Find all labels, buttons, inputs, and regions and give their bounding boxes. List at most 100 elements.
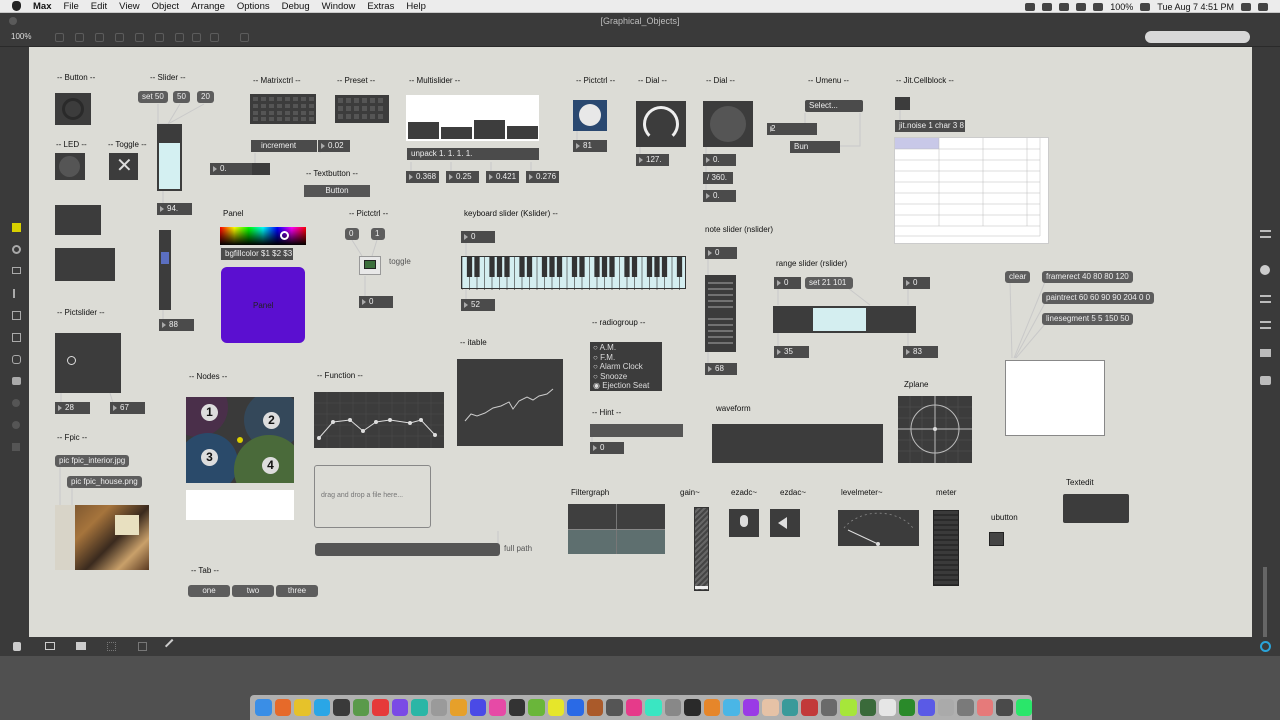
node-4[interactable]: 4 — [262, 457, 279, 474]
radio-alarm[interactable]: ○ Alarm Clock — [593, 362, 649, 372]
bgfill-message[interactable]: bgfillcolor $1 $2 $3 — [221, 248, 293, 260]
stepper[interactable] — [252, 163, 270, 175]
pictslider[interactable] — [55, 333, 121, 393]
paintrect-message[interactable]: paintrect 60 60 90 90 204 0 0 — [1042, 292, 1155, 304]
rslider[interactable] — [773, 306, 916, 333]
tab-two[interactable]: two — [232, 585, 274, 597]
toggle[interactable]: ✕ — [109, 153, 138, 180]
pictslider-num-a[interactable]: 28 — [55, 402, 90, 414]
pc0-message[interactable]: 0 — [345, 228, 359, 240]
dial2-number-a[interactable]: 0. — [703, 154, 736, 166]
kslider[interactable] — [461, 256, 686, 290]
lcd[interactable] — [1005, 360, 1105, 436]
radio-snooze[interactable]: ○ Snooze — [593, 372, 649, 382]
framerect-message[interactable]: framerect 40 80 80 120 — [1042, 271, 1133, 283]
slider-number[interactable]: 94. — [157, 203, 192, 215]
pictctrl-knob[interactable] — [573, 100, 607, 131]
nslider-in[interactable]: 0 — [705, 247, 737, 259]
fpic-house-message[interactable]: pic fpic_house.png — [67, 476, 142, 488]
rslider-num-a[interactable]: 0 — [774, 277, 801, 289]
tab-three[interactable]: three — [276, 585, 318, 597]
bang-small[interactable] — [895, 97, 910, 110]
umenu-output[interactable]: Bun — [790, 141, 840, 153]
hint-number[interactable]: 0 — [590, 442, 624, 454]
m20-message[interactable]: 20 — [197, 91, 214, 103]
dropfile[interactable]: drag and drop a file here... — [314, 465, 431, 528]
m50-message[interactable]: 50 — [173, 91, 190, 103]
bang-button[interactable] — [55, 93, 91, 125]
radiogroup[interactable]: ○ A.M. ○ F.M. ○ Alarm Clock ○ Snooze ◉ E… — [590, 342, 662, 391]
gain-slider[interactable] — [694, 507, 709, 591]
zplane-label: Zplane — [904, 380, 929, 389]
clear-message[interactable]: clear — [1005, 271, 1031, 283]
nslider-out[interactable]: 68 — [705, 363, 737, 375]
radio-ejection[interactable]: ◉ Ejection Seat — [593, 381, 649, 391]
node-1[interactable]: 1 — [201, 404, 218, 421]
swatch[interactable] — [220, 227, 306, 245]
rslider-num-c[interactable]: 35 — [774, 346, 809, 358]
slider2-number[interactable]: 88 — [159, 319, 194, 331]
zplane[interactable] — [898, 396, 972, 463]
umenu-number[interactable]: 2 — [767, 123, 817, 135]
set50-message[interactable]: set 50 — [138, 91, 168, 103]
linesegment-message[interactable]: linesegment 5 5 150 50 — [1042, 313, 1134, 325]
matrix-number[interactable]: 0.02 — [318, 140, 350, 152]
jit-cellblock[interactable] — [894, 137, 1049, 244]
fpic-interior-message[interactable]: pic fpic_interior.jpg — [55, 455, 130, 467]
radio-am[interactable]: ○ A.M. — [593, 343, 649, 353]
tab-one[interactable]: one — [188, 585, 230, 597]
jitnoise-object[interactable]: jit.noise 1 char 3 8 — [895, 120, 965, 132]
dial[interactable] — [636, 101, 686, 147]
pc1-message[interactable]: 1 — [371, 228, 385, 240]
multislider[interactable] — [406, 95, 539, 141]
itable[interactable] — [457, 359, 563, 446]
node-3[interactable]: 3 — [201, 449, 218, 466]
increment-menu[interactable]: increment — [251, 140, 317, 152]
ezdac[interactable] — [770, 509, 800, 537]
slider[interactable] — [157, 124, 182, 191]
filtergraph[interactable] — [568, 504, 665, 554]
kslider-out[interactable]: 52 — [461, 299, 495, 311]
black-key — [571, 257, 578, 277]
textbutton[interactable]: Button — [304, 185, 370, 197]
nslider[interactable] — [705, 275, 736, 352]
led[interactable] — [55, 153, 85, 180]
gswitch2[interactable] — [55, 248, 115, 281]
radio-fm[interactable]: ○ F.M. — [593, 353, 649, 363]
float-number[interactable]: 0. — [210, 163, 252, 175]
rslider-num-b[interactable]: 0 — [903, 277, 930, 289]
ms-number-4[interactable]: 0.276 — [526, 171, 559, 183]
gswitch[interactable] — [55, 205, 101, 235]
umenu[interactable]: Select... — [805, 100, 863, 112]
hint[interactable] — [590, 424, 683, 437]
ezadc[interactable] — [729, 509, 759, 537]
pictslider-num-b[interactable]: 67 — [110, 402, 145, 414]
kslider-in[interactable]: 0 — [461, 231, 495, 243]
function[interactable] — [314, 392, 444, 448]
ms-number-1[interactable]: 0.368 — [406, 171, 439, 183]
swatch-cursor — [280, 231, 289, 240]
unpack-object[interactable]: unpack 1. 1. 1. 1. — [407, 148, 539, 160]
waveform[interactable] — [712, 424, 883, 463]
textedit[interactable] — [1063, 494, 1129, 523]
preset[interactable] — [335, 95, 389, 123]
panel[interactable]: Panel — [221, 267, 305, 343]
divide-object[interactable]: / 360. — [703, 172, 733, 184]
pictctrl-toggle[interactable] — [359, 256, 381, 275]
ms-number-3[interactable]: 0.421 — [486, 171, 519, 183]
nodes[interactable]: 1 2 3 4 — [186, 397, 294, 483]
ubutton[interactable] — [989, 532, 1004, 546]
dial2-number-c[interactable]: 0. — [703, 190, 736, 202]
rslider-num-d[interactable]: 83 — [903, 346, 938, 358]
set21-message[interactable]: set 21 101 — [805, 277, 853, 289]
cellblock-label: -- Jit.Cellblock -- — [896, 76, 954, 85]
ms-number-2[interactable]: 0.25 — [446, 171, 479, 183]
vertical-slider[interactable] — [159, 230, 171, 310]
matrixctrl[interactable] — [250, 94, 316, 124]
dial-number[interactable]: 127. — [636, 154, 669, 166]
levelmeter[interactable] — [838, 510, 919, 546]
dial2[interactable] — [703, 101, 753, 147]
node-2[interactable]: 2 — [263, 412, 280, 429]
pictctrl-number[interactable]: 81 — [573, 140, 607, 152]
toggle-number[interactable]: 0 — [359, 296, 393, 308]
